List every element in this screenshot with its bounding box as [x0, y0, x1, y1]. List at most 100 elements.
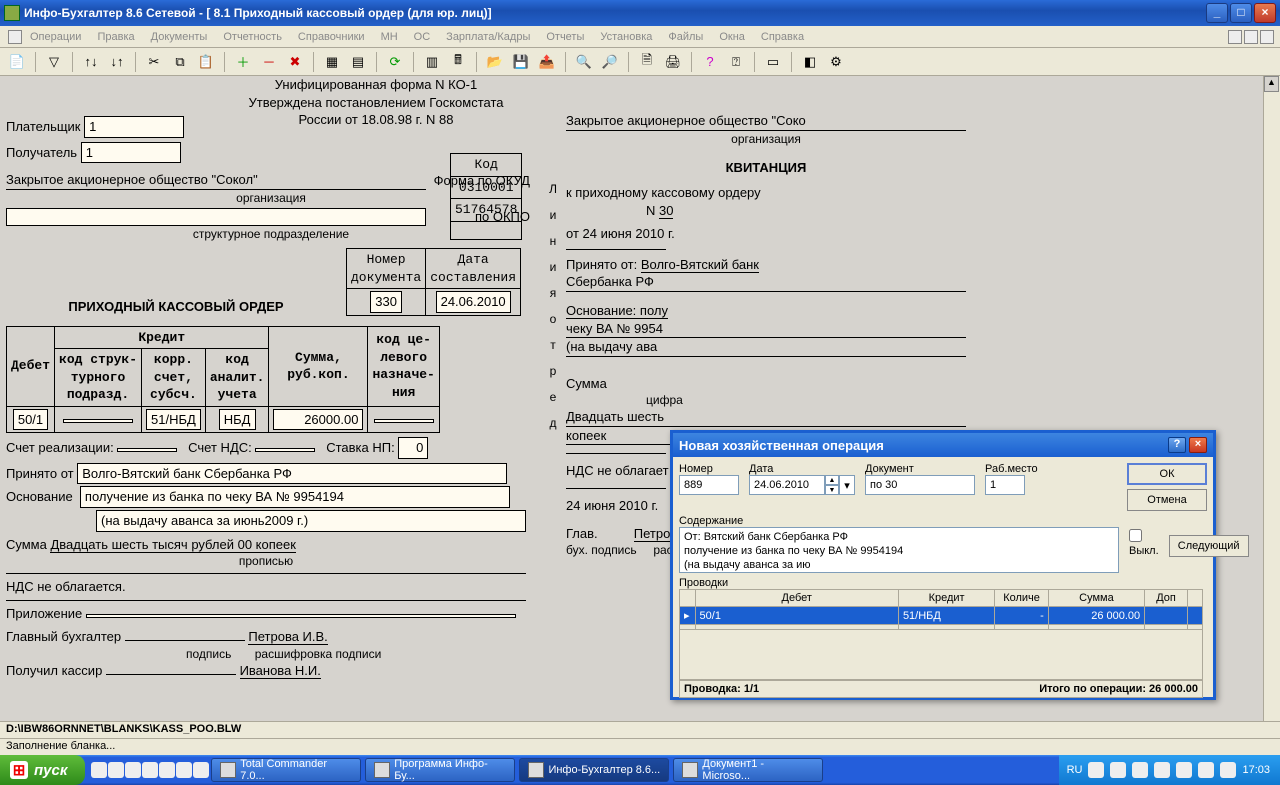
date-up-button[interactable]: ▲	[825, 475, 839, 485]
next-button[interactable]: Следующий	[1169, 535, 1249, 557]
tool-app-icon[interactable]: ◧	[799, 51, 821, 73]
tool-findnext-icon[interactable]: 🔎	[599, 51, 621, 73]
ql-icon[interactable]	[108, 762, 124, 778]
taskbar-item[interactable]: Инфо-Бухгалтер 8.6...	[519, 758, 669, 782]
tray-icon[interactable]	[1176, 762, 1192, 778]
rate-input[interactable]: 0	[398, 437, 428, 459]
tool-paste-icon[interactable]: 📋	[195, 51, 217, 73]
scroll-up-button[interactable]: ▲	[1264, 76, 1279, 92]
start-button[interactable]: ⊞пуск	[0, 755, 85, 785]
tool-sort-desc-icon[interactable]: ↓↑	[106, 51, 128, 73]
tool-new-icon[interactable]: 📄	[6, 51, 28, 73]
lang-indicator[interactable]: RU	[1067, 764, 1083, 776]
row-anal[interactable]: НБД	[219, 409, 256, 431]
ql-icon[interactable]	[193, 762, 209, 778]
taskbar-item[interactable]: Документ1 - Microso...	[673, 758, 823, 782]
tool-copy-icon[interactable]: ⧉	[169, 51, 191, 73]
menu-item[interactable]: Справка	[761, 31, 804, 43]
menu-item[interactable]: Установка	[600, 31, 652, 43]
tool-calc-icon[interactable]: 🖩	[447, 51, 469, 73]
ql-icon[interactable]	[125, 762, 141, 778]
ql-icon[interactable]	[176, 762, 192, 778]
tool-preview-icon[interactable]: 🗎	[636, 51, 658, 73]
cancel-button[interactable]: Отмена	[1127, 489, 1207, 511]
tool-minus-icon[interactable]: －	[258, 51, 280, 73]
menu-item[interactable]: Правка	[97, 31, 134, 43]
tool-filter-icon[interactable]: ▽	[43, 51, 65, 73]
attach-input[interactable]	[86, 614, 516, 618]
tool-window-icon[interactable]: ▭	[762, 51, 784, 73]
menu-item[interactable]: Файлы	[668, 31, 703, 43]
tool-print-icon[interactable]: 🖨	[662, 51, 684, 73]
menu-item[interactable]: ОС	[414, 31, 431, 43]
doc-minimize-button[interactable]	[1228, 30, 1242, 44]
payer-input[interactable]: 1	[84, 116, 184, 138]
basis2-input[interactable]: (на выдачу аванса за июнь2009 г.)	[96, 510, 526, 532]
ql-icon[interactable]	[91, 762, 107, 778]
col-dop[interactable]: Доп	[1145, 590, 1188, 607]
subdiv-input[interactable]	[6, 208, 426, 226]
col-debet[interactable]: Дебет	[695, 590, 898, 607]
dlg-doc-input[interactable]	[865, 475, 975, 495]
row-sum[interactable]: 26000.00	[273, 409, 363, 431]
tool-whatsthis-icon[interactable]: ⍰	[725, 51, 747, 73]
menu-item[interactable]: Отчетность	[223, 31, 282, 43]
tool-open-icon[interactable]: 📂	[484, 51, 506, 73]
tool-cross-icon[interactable]: ✖	[284, 51, 306, 73]
col-sum[interactable]: Сумма	[1048, 590, 1144, 607]
menu-item[interactable]: Окна	[719, 31, 745, 43]
minimize-button[interactable]: _	[1206, 3, 1228, 23]
row-struct[interactable]	[63, 419, 133, 423]
posting-row[interactable]: ▸ 50/1 51/НБД - 26 000.00	[680, 607, 1203, 625]
doc-icon[interactable]	[8, 30, 22, 44]
ql-icon[interactable]	[142, 762, 158, 778]
tool-report-icon[interactable]: ▥	[421, 51, 443, 73]
menu-item[interactable]: Зарплата/Кадры	[446, 31, 530, 43]
row-target[interactable]	[374, 419, 434, 423]
date-down-button[interactable]: ▼	[825, 485, 839, 495]
tool-settings-icon[interactable]: ⚙	[825, 51, 847, 73]
tray-icon[interactable]	[1132, 762, 1148, 778]
menu-item[interactable]: Операции	[30, 31, 81, 43]
ok-button[interactable]: ОК	[1127, 463, 1207, 485]
tool-refresh-icon[interactable]: ⟳	[384, 51, 406, 73]
col-qty[interactable]: Количе	[995, 590, 1049, 607]
doc-date-input[interactable]: 24.06.2010	[436, 291, 511, 313]
menu-item[interactable]: Отчеты	[546, 31, 584, 43]
taskbar-item[interactable]: Total Commander 7.0...	[211, 758, 361, 782]
row-debet[interactable]: 50/1	[13, 409, 48, 431]
tool-cut-icon[interactable]: ✂	[143, 51, 165, 73]
tray-icon[interactable]	[1198, 762, 1214, 778]
nds-acct-input[interactable]	[255, 448, 315, 452]
vertical-scrollbar[interactable]: ▲ ▼	[1263, 76, 1280, 738]
dialog-close-button[interactable]: ×	[1189, 437, 1207, 453]
ql-icon[interactable]	[159, 762, 175, 778]
dialog-help-button[interactable]: ?	[1168, 437, 1186, 453]
close-button[interactable]: ×	[1254, 3, 1276, 23]
dlg-num-input[interactable]	[679, 475, 739, 495]
tool-sort-asc-icon[interactable]: ↑↓	[80, 51, 102, 73]
realiz-input[interactable]	[117, 448, 177, 452]
doc-num-input[interactable]: 330	[370, 291, 402, 313]
tool-save-icon[interactable]: 💾	[510, 51, 532, 73]
doc-close-button[interactable]	[1260, 30, 1274, 44]
row-korr[interactable]: 51/НБД	[146, 409, 201, 431]
doc-restore-button[interactable]	[1244, 30, 1258, 44]
taskbar-item[interactable]: Программа Инфо-Бу...	[365, 758, 515, 782]
tray-icon[interactable]	[1220, 762, 1236, 778]
date-picker-button[interactable]: ▾	[839, 475, 855, 495]
menu-item[interactable]: Документы	[151, 31, 208, 43]
tray-icon[interactable]	[1088, 762, 1104, 778]
tray-icon[interactable]	[1110, 762, 1126, 778]
tool-grid2-icon[interactable]: ▤	[347, 51, 369, 73]
basis-input[interactable]: получение из банка по чеку ВА № 9954194	[80, 486, 510, 508]
menu-item[interactable]: Справочники	[298, 31, 365, 43]
tool-help-icon[interactable]: ?	[699, 51, 721, 73]
tool-find-icon[interactable]: 🔍	[573, 51, 595, 73]
col-kredit[interactable]: Кредит	[898, 590, 994, 607]
menu-item[interactable]: МН	[381, 31, 398, 43]
tool-plus-icon[interactable]: ＋	[232, 51, 254, 73]
tray-icon[interactable]	[1154, 762, 1170, 778]
dlg-content-input[interactable]: От: Вятский банк Сбербанка РФ получение …	[679, 527, 1119, 573]
clock[interactable]: 17:03	[1242, 764, 1270, 776]
